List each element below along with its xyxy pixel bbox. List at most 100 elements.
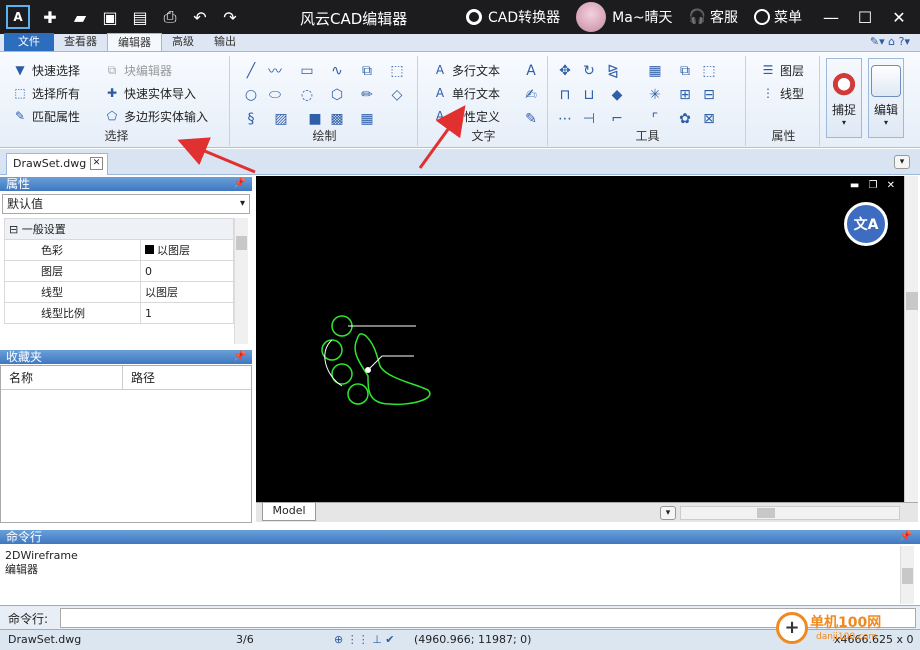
- scale-icon[interactable]: ⬚: [700, 62, 718, 80]
- table-row[interactable]: 色彩 以图层: [4, 239, 234, 261]
- document-tab[interactable]: DrawSet.dwg ✕: [6, 153, 108, 175]
- attribute-def-button[interactable]: A 属性定义: [432, 106, 500, 126]
- spline-icon[interactable]: ∿: [328, 62, 346, 80]
- scroll-thumb[interactable]: [906, 292, 918, 310]
- match-properties-button[interactable]: ✎ 匹配属性: [12, 106, 80, 126]
- rectangle-icon[interactable]: ▭: [298, 62, 316, 80]
- move-icon[interactable]: ✥: [556, 62, 574, 80]
- trim-icon[interactable]: ⊓: [556, 86, 574, 104]
- ellipse-icon[interactable]: ⬭: [266, 86, 284, 104]
- scroll-thumb[interactable]: [902, 568, 913, 584]
- linetype-button[interactable]: ⋮ 线型: [760, 83, 804, 103]
- menu-button[interactable]: 菜单: [754, 7, 802, 27]
- mtext-button[interactable]: A 多行文本: [432, 60, 500, 80]
- text-edit-icon[interactable]: ✍: [522, 86, 540, 104]
- erase-icon[interactable]: ✿: [676, 110, 694, 128]
- scroll-thumb[interactable]: [757, 508, 775, 518]
- cad-converter-button[interactable]: CAD转换器: [466, 7, 560, 27]
- save-icon[interactable]: ▣: [98, 5, 122, 29]
- property-value[interactable]: 以图层: [140, 239, 234, 261]
- tab-output[interactable]: 输出: [204, 33, 246, 51]
- copy-icon[interactable]: ⧉: [676, 62, 694, 80]
- quick-entity-import-button[interactable]: ✚ 快速实体导入: [104, 83, 196, 103]
- scroll-thumb[interactable]: [236, 236, 247, 250]
- pencil-icon[interactable]: ✏: [358, 86, 376, 104]
- tab-viewer[interactable]: 查看器: [54, 33, 107, 51]
- service-button[interactable]: 🎧 客服: [689, 7, 738, 27]
- join-icon[interactable]: ⊞: [676, 86, 694, 104]
- mirror-icon[interactable]: ⧎: [604, 62, 622, 80]
- open-folder-icon[interactable]: ▰: [68, 5, 92, 29]
- wipeout-icon[interactable]: ■: [306, 110, 324, 128]
- help-icon[interactable]: ✎▾ ⌂ ?▾: [870, 35, 910, 48]
- maximize-icon[interactable]: ☐: [852, 8, 878, 27]
- circle-icon[interactable]: ○: [242, 86, 260, 104]
- region-icon[interactable]: ⬚: [388, 62, 406, 80]
- block-editor-button[interactable]: ⧉ 块编辑器: [104, 60, 172, 80]
- arc-icon[interactable]: ◌: [298, 86, 316, 104]
- explode-icon[interactable]: ✳: [646, 86, 664, 104]
- layout-dropdown-icon[interactable]: ▾: [660, 506, 676, 520]
- print-icon[interactable]: ⎙: [158, 5, 182, 29]
- text-find-icon[interactable]: ✎: [522, 110, 540, 128]
- line-icon[interactable]: ╱: [242, 62, 260, 80]
- rotate-icon[interactable]: ↻: [580, 62, 598, 80]
- fillet-icon[interactable]: ⌐: [608, 110, 626, 128]
- properties-scrollbar[interactable]: [234, 218, 248, 344]
- array-icon[interactable]: ▦: [646, 62, 664, 80]
- quick-select-button[interactable]: ▼ 快速选择: [12, 60, 80, 80]
- tab-editor[interactable]: 编辑器: [107, 33, 162, 51]
- image-icon[interactable]: ▩: [328, 110, 346, 128]
- pin-icon[interactable]: 📌: [900, 530, 912, 544]
- measure-icon[interactable]: ⊠: [700, 110, 718, 128]
- polygon-entity-input-button[interactable]: ⬠ 多边形实体输入: [104, 106, 208, 126]
- tab-file[interactable]: 文件: [4, 33, 54, 51]
- minimize-icon[interactable]: —: [818, 8, 844, 27]
- hatch-icon[interactable]: ▨: [272, 110, 290, 128]
- polygon-draw-icon[interactable]: ⬡: [328, 86, 346, 104]
- snap-toggles-icon[interactable]: ⊕ ⋮⋮ ⊥ ✔: [334, 630, 395, 650]
- column-name[interactable]: 名称: [1, 366, 123, 389]
- helix-icon[interactable]: §: [242, 110, 260, 128]
- extend-icon[interactable]: ⊔: [580, 86, 598, 104]
- table-row[interactable]: 线型比例 1: [4, 302, 234, 324]
- new-file-icon[interactable]: ✚: [38, 5, 62, 29]
- properties-dropdown[interactable]: 默认值 ▾: [2, 194, 250, 214]
- layer-button[interactable]: ☰ 图层: [760, 60, 804, 80]
- snap-button[interactable]: 捕捉 ▾: [826, 58, 862, 138]
- close-icon[interactable]: ✕: [90, 157, 103, 170]
- property-value[interactable]: 1: [140, 302, 234, 324]
- point-icon[interactable]: ◇: [388, 86, 406, 104]
- column-path[interactable]: 路径: [123, 366, 155, 389]
- fill-icon[interactable]: ◆: [608, 86, 626, 104]
- tabs-dropdown-icon[interactable]: ▾: [894, 155, 910, 169]
- table-row[interactable]: 线型 以图层: [4, 281, 234, 303]
- edit-button[interactable]: 编辑 ▾: [868, 58, 904, 138]
- redo-icon[interactable]: ↷: [218, 5, 242, 29]
- text-style-icon[interactable]: A: [522, 62, 540, 80]
- offset-icon[interactable]: ⊟: [700, 86, 718, 104]
- collapse-icon[interactable]: ⊟: [9, 223, 22, 236]
- section-row[interactable]: ⊟ 一般设置: [4, 218, 234, 240]
- select-all-button[interactable]: ⬚ 选择所有: [12, 83, 80, 103]
- insert-block-icon[interactable]: ⧉: [358, 62, 376, 80]
- drawing-canvas[interactable]: ▬ ❐ ✕ 文A: [256, 176, 904, 502]
- undo-icon[interactable]: ↶: [188, 5, 212, 29]
- polyline-icon[interactable]: 〰: [266, 62, 284, 80]
- tab-advanced[interactable]: 高级: [162, 33, 204, 51]
- text-button[interactable]: A 单行文本: [432, 83, 500, 103]
- table-icon[interactable]: ▦: [358, 110, 376, 128]
- property-value[interactable]: 0: [140, 260, 234, 282]
- user-account[interactable]: Ma~晴天: [576, 2, 673, 32]
- vertical-scrollbar[interactable]: [904, 176, 918, 502]
- break-icon[interactable]: ⋯: [556, 110, 574, 128]
- close-icon[interactable]: ✕: [886, 8, 912, 27]
- chamfer-icon[interactable]: ⌜: [646, 110, 664, 128]
- model-tab[interactable]: Model: [262, 503, 316, 521]
- horizontal-scrollbar[interactable]: [680, 506, 900, 520]
- table-row[interactable]: 图层 0: [4, 260, 234, 282]
- stretch-icon[interactable]: ⊣: [580, 110, 598, 128]
- pin-icon[interactable]: 📌: [234, 350, 246, 364]
- save-as-icon[interactable]: ▤: [128, 5, 152, 29]
- command-scrollbar[interactable]: [900, 546, 914, 604]
